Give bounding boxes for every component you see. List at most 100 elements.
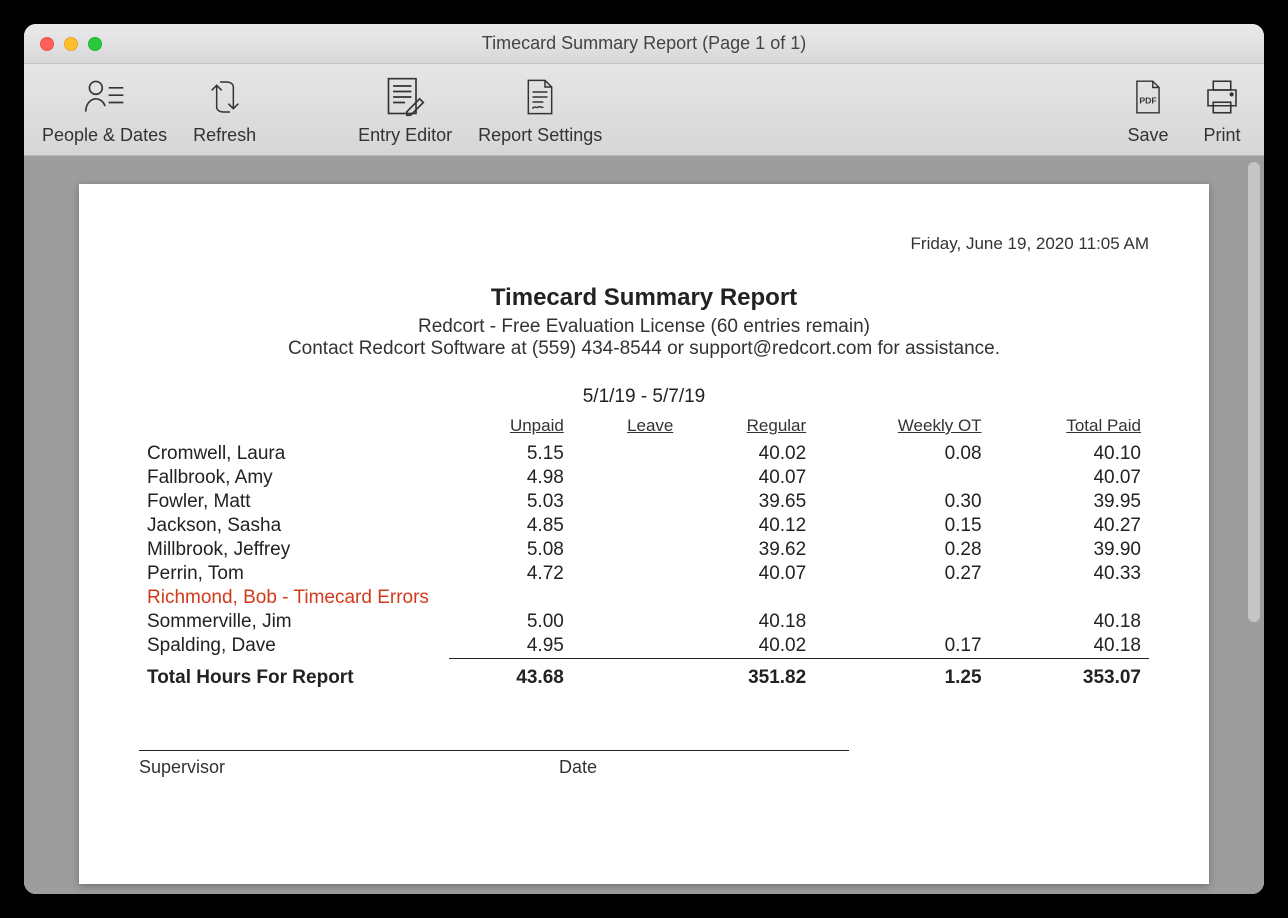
cell-total-paid: 39.95 bbox=[990, 490, 1149, 514]
report-subtitle-1: Redcort - Free Evaluation License (60 en… bbox=[139, 316, 1149, 338]
cell-total-paid bbox=[990, 586, 1149, 610]
cell-weekly-ot: 0.27 bbox=[814, 562, 989, 586]
entry-editor-icon bbox=[381, 73, 429, 121]
cell-leave bbox=[572, 634, 682, 659]
cell-name: Millbrook, Jeffrey bbox=[139, 538, 449, 562]
cell-name: Richmond, Bob - Timecard Errors bbox=[139, 586, 449, 610]
entry-editor-button[interactable]: Entry Editor bbox=[352, 69, 458, 150]
zoom-button[interactable] bbox=[88, 37, 102, 51]
report-settings-label: Report Settings bbox=[478, 125, 602, 146]
cell-unpaid bbox=[449, 586, 572, 610]
table-row: Cromwell, Laura5.15 40.020.0840.10 bbox=[139, 442, 1149, 466]
cell-weekly-ot bbox=[814, 466, 989, 490]
cell-unpaid: 4.72 bbox=[449, 562, 572, 586]
cell-unpaid: 5.15 bbox=[449, 442, 572, 466]
cell-weekly-ot: 0.17 bbox=[814, 634, 989, 659]
cell-leave bbox=[572, 514, 682, 538]
cell-leave bbox=[572, 490, 682, 514]
people-dates-button[interactable]: People & Dates bbox=[36, 69, 173, 150]
cell-name: Jackson, Sasha bbox=[139, 514, 449, 538]
cell-regular: 39.62 bbox=[681, 538, 814, 562]
cell-leave bbox=[572, 466, 682, 490]
cell-total-paid: 40.07 bbox=[990, 466, 1149, 490]
signature-date-label: Date bbox=[559, 757, 597, 778]
cell-unpaid: 4.95 bbox=[449, 634, 572, 659]
cell-unpaid: 4.98 bbox=[449, 466, 572, 490]
refresh-label: Refresh bbox=[193, 125, 256, 146]
cell-regular: 40.12 bbox=[681, 514, 814, 538]
cell-total-paid: 40.18 bbox=[990, 610, 1149, 634]
toolbar: People & Dates Refresh bbox=[24, 64, 1264, 156]
table-row: Perrin, Tom4.72 40.070.2740.33 bbox=[139, 562, 1149, 586]
close-button[interactable] bbox=[40, 37, 54, 51]
content-area: Friday, June 19, 2020 11:05 AM Timecard … bbox=[24, 156, 1264, 894]
cell-unpaid: 4.85 bbox=[449, 514, 572, 538]
cell-name: Cromwell, Laura bbox=[139, 442, 449, 466]
table-row: Jackson, Sasha4.85 40.120.1540.27 bbox=[139, 514, 1149, 538]
refresh-button[interactable]: Refresh bbox=[187, 69, 262, 150]
table-row: Millbrook, Jeffrey5.08 39.620.2839.90 bbox=[139, 538, 1149, 562]
col-unpaid: Unpaid bbox=[449, 414, 572, 442]
report-settings-icon bbox=[516, 73, 564, 121]
traffic-lights bbox=[24, 37, 102, 51]
table-row: Fallbrook, Amy4.9840.0740.07 bbox=[139, 466, 1149, 490]
people-dates-label: People & Dates bbox=[42, 125, 167, 146]
scrollbar-thumb[interactable] bbox=[1248, 162, 1260, 622]
cell-name: Sommerville, Jim bbox=[139, 610, 449, 634]
report-settings-button[interactable]: Report Settings bbox=[472, 69, 608, 150]
cell-regular: 39.65 bbox=[681, 490, 814, 514]
cell-unpaid: 5.08 bbox=[449, 538, 572, 562]
col-total-paid: Total Paid bbox=[990, 414, 1149, 442]
window-title: Timecard Summary Report (Page 1 of 1) bbox=[24, 33, 1264, 54]
table-row: Fowler, Matt5.0339.650.3039.95 bbox=[139, 490, 1149, 514]
save-button[interactable]: PDF Save bbox=[1118, 69, 1178, 150]
cell-total-paid: 40.33 bbox=[990, 562, 1149, 586]
totals-total-paid: 353.07 bbox=[990, 659, 1149, 691]
totals-unpaid: 43.68 bbox=[449, 659, 572, 691]
report-date-range: 5/1/19 - 5/7/19 bbox=[139, 386, 1149, 408]
cell-total-paid: 40.18 bbox=[990, 634, 1149, 659]
cell-name: Spalding, Dave bbox=[139, 634, 449, 659]
titlebar: Timecard Summary Report (Page 1 of 1) bbox=[24, 24, 1264, 64]
window: Timecard Summary Report (Page 1 of 1) Pe… bbox=[24, 24, 1264, 894]
cell-name: Perrin, Tom bbox=[139, 562, 449, 586]
cell-regular: 40.02 bbox=[681, 634, 814, 659]
cell-name: Fallbrook, Amy bbox=[139, 466, 449, 490]
cell-regular: 40.18 bbox=[681, 610, 814, 634]
signature-area: Supervisor Date bbox=[139, 750, 849, 778]
minimize-button[interactable] bbox=[64, 37, 78, 51]
print-icon bbox=[1198, 73, 1246, 121]
cell-weekly-ot: 0.28 bbox=[814, 538, 989, 562]
entry-editor-label: Entry Editor bbox=[358, 125, 452, 146]
report-table: Unpaid Leave Regular Weekly OT Total Pai… bbox=[139, 414, 1149, 690]
cell-name: Fowler, Matt bbox=[139, 490, 449, 514]
cell-weekly-ot: 0.08 bbox=[814, 442, 989, 466]
col-regular: Regular bbox=[681, 414, 814, 442]
totals-row: Total Hours For Report43.68351.821.25353… bbox=[139, 659, 1149, 691]
cell-leave bbox=[572, 442, 682, 466]
cell-total-paid: 40.27 bbox=[990, 514, 1149, 538]
refresh-icon bbox=[201, 73, 249, 121]
cell-total-paid: 39.90 bbox=[990, 538, 1149, 562]
cell-weekly-ot bbox=[814, 586, 989, 610]
report-timestamp: Friday, June 19, 2020 11:05 AM bbox=[139, 234, 1149, 254]
pdf-badge-text: PDF bbox=[1139, 95, 1156, 105]
cell-weekly-ot bbox=[814, 610, 989, 634]
cell-regular: 40.07 bbox=[681, 562, 814, 586]
report-page: Friday, June 19, 2020 11:05 AM Timecard … bbox=[79, 184, 1209, 884]
totals-label: Total Hours For Report bbox=[139, 659, 449, 691]
col-name bbox=[139, 414, 449, 442]
cell-leave bbox=[572, 586, 682, 610]
cell-regular: 40.02 bbox=[681, 442, 814, 466]
people-icon bbox=[81, 73, 129, 121]
cell-unpaid: 5.03 bbox=[449, 490, 572, 514]
col-weekly-ot: Weekly OT bbox=[814, 414, 989, 442]
cell-regular bbox=[681, 586, 814, 610]
print-button[interactable]: Print bbox=[1192, 69, 1252, 150]
cell-total-paid: 40.10 bbox=[990, 442, 1149, 466]
table-row: Spalding, Dave4.95 40.020.1740.18 bbox=[139, 634, 1149, 659]
print-label: Print bbox=[1203, 125, 1240, 146]
cell-weekly-ot: 0.15 bbox=[814, 514, 989, 538]
table-row: Richmond, Bob - Timecard Errors bbox=[139, 586, 1149, 610]
cell-leave bbox=[572, 538, 682, 562]
